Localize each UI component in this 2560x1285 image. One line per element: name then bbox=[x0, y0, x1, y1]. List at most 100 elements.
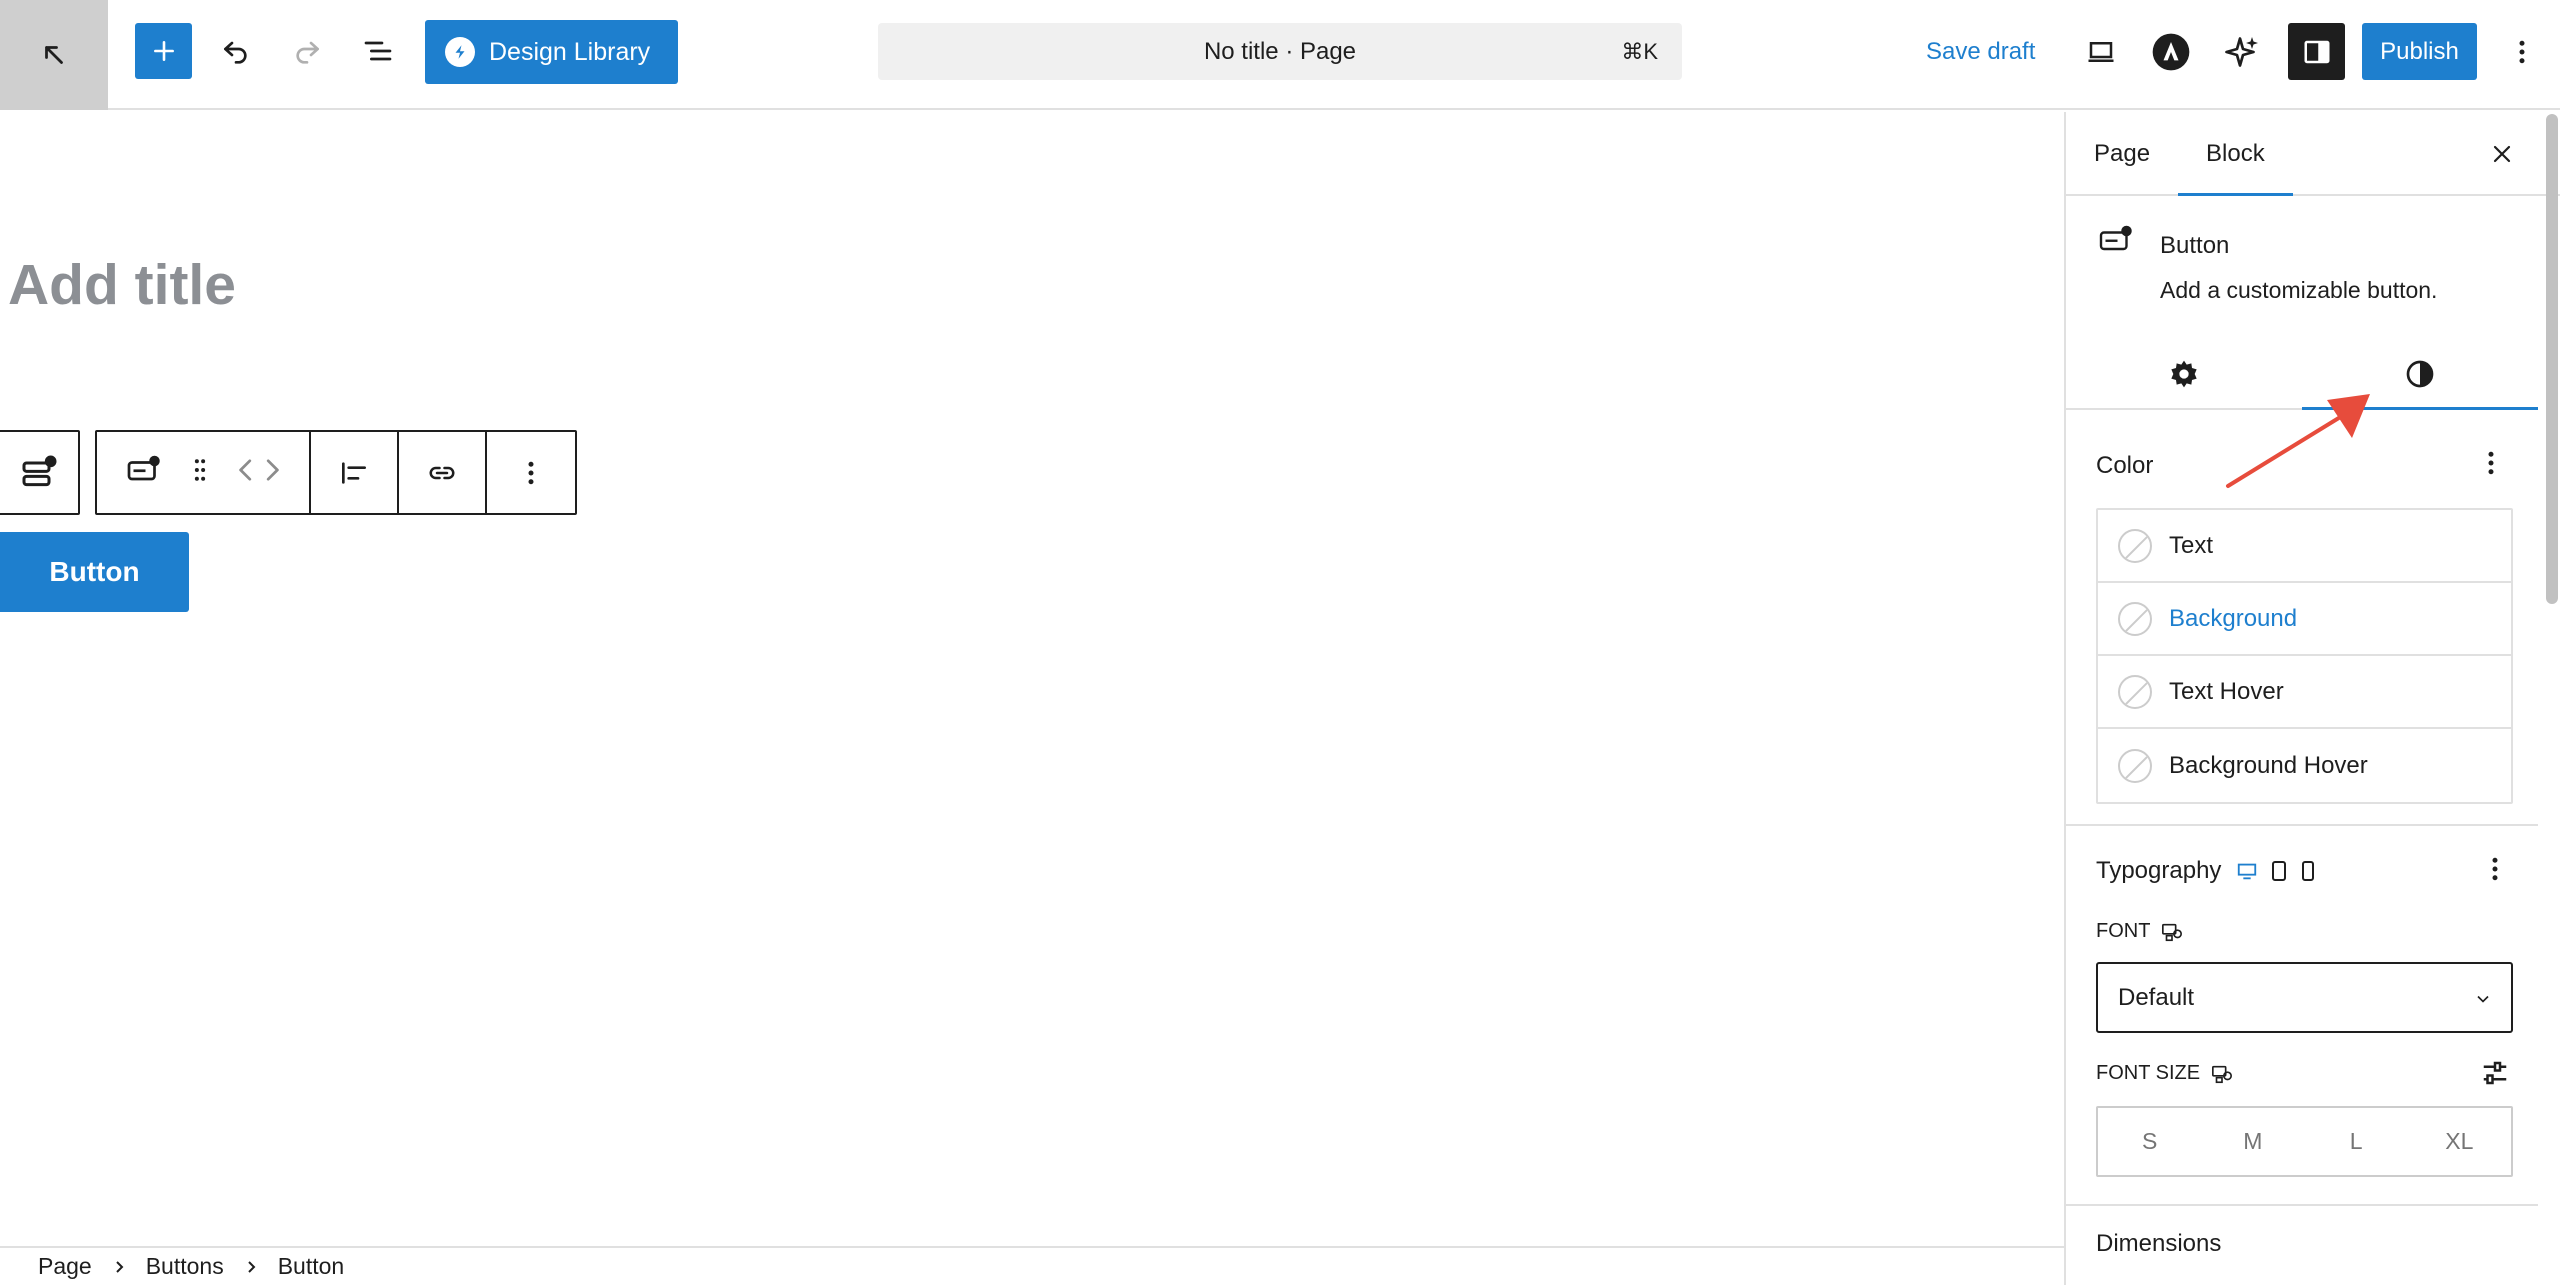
panel-divider bbox=[2066, 1204, 2538, 1206]
font-size-picker: S M L XL bbox=[2096, 1106, 2513, 1177]
typography-options-button[interactable] bbox=[2490, 854, 2500, 889]
close-sidebar-button[interactable] bbox=[2482, 134, 2522, 174]
preview-button[interactable] bbox=[2073, 24, 2129, 80]
align-button[interactable] bbox=[311, 432, 399, 513]
plus-icon bbox=[153, 41, 174, 61]
font-size-option-xl[interactable]: XL bbox=[2408, 1128, 2511, 1155]
block-toolbar bbox=[95, 430, 577, 515]
chevron-down-icon bbox=[2473, 988, 2493, 1016]
redo-icon bbox=[296, 41, 319, 64]
design-library-label: Design Library bbox=[489, 37, 651, 66]
post-title-input[interactable]: Add title bbox=[8, 252, 236, 318]
color-item-background[interactable]: Background bbox=[2098, 583, 2511, 656]
global-style-icon[interactable] bbox=[2210, 1063, 2234, 1085]
back-button[interactable] bbox=[0, 0, 108, 110]
link-button[interactable] bbox=[399, 432, 487, 513]
block-card-title: Button bbox=[2160, 232, 2230, 259]
button-block-icon bbox=[2099, 225, 2132, 251]
select-parent-button[interactable] bbox=[0, 430, 80, 515]
vertical-dots-icon bbox=[528, 461, 534, 484]
sidebar-tabs: Page Block bbox=[2066, 112, 2560, 196]
mobile-icon[interactable] bbox=[2299, 859, 2317, 883]
global-style-icon[interactable] bbox=[2160, 921, 2184, 943]
tablet-icon[interactable] bbox=[2269, 859, 2289, 883]
font-label: FONT bbox=[2096, 920, 2151, 942]
drag-handle-icon[interactable] bbox=[190, 455, 210, 490]
color-item-label: Text Hover bbox=[2169, 677, 2284, 705]
astra-logo-icon bbox=[2152, 33, 2190, 71]
move-left-right-icon[interactable] bbox=[236, 456, 282, 489]
tab-block[interactable]: Block bbox=[2206, 112, 2265, 196]
canvas-button-block[interactable]: Button bbox=[0, 532, 189, 612]
block-tools-group bbox=[97, 432, 311, 513]
color-panel-title: Color bbox=[2096, 452, 2154, 479]
undo-button[interactable] bbox=[208, 23, 264, 79]
font-size-label-row: FONT SIZE bbox=[2096, 1062, 2234, 1085]
block-card-description: Add a customizable button. bbox=[2160, 277, 2438, 303]
publish-button[interactable]: Publish bbox=[2362, 23, 2477, 80]
settings-sidebar-toggle[interactable] bbox=[2288, 23, 2345, 80]
custom-size-button[interactable] bbox=[2480, 1058, 2510, 1093]
font-label-row: FONT bbox=[2096, 920, 2184, 943]
font-size-option-s[interactable]: S bbox=[2098, 1128, 2201, 1155]
redo-button[interactable] bbox=[279, 23, 335, 79]
buttons-block-icon bbox=[22, 455, 57, 486]
gear-icon bbox=[2171, 360, 2197, 388]
save-draft-button[interactable]: Save draft bbox=[1910, 28, 2051, 76]
empty-swatch-icon bbox=[2118, 674, 2152, 709]
button-block-icon[interactable] bbox=[124, 452, 164, 493]
color-item-label: Text bbox=[2169, 531, 2214, 559]
design-library-button[interactable]: Design Library bbox=[425, 20, 678, 84]
color-item-text[interactable]: Text bbox=[2098, 510, 2511, 583]
ai-assistant-button[interactable] bbox=[2215, 24, 2271, 80]
typography-panel-title: Typography bbox=[2096, 857, 2222, 884]
empty-swatch-icon bbox=[2118, 748, 2152, 783]
options-button[interactable] bbox=[2494, 24, 2550, 80]
contrast-icon bbox=[2406, 360, 2434, 388]
color-item-text-hover[interactable]: Text Hover bbox=[2098, 656, 2511, 729]
font-family-select[interactable]: Default bbox=[2096, 962, 2513, 1033]
breadcrumb: Page Buttons Button bbox=[0, 1246, 2064, 1285]
undo-icon bbox=[224, 41, 247, 64]
desktop-icon[interactable] bbox=[2235, 860, 2259, 882]
sidebar-icon bbox=[2304, 40, 2329, 63]
empty-swatch-icon bbox=[2118, 528, 2152, 563]
font-size-option-l[interactable]: L bbox=[2305, 1128, 2408, 1155]
block-options-button[interactable] bbox=[487, 432, 575, 513]
typography-panel-header: Typography bbox=[2096, 857, 2317, 885]
command-palette-button[interactable]: No title · Page ⌘K bbox=[878, 23, 1682, 80]
font-size-label: FONT SIZE bbox=[2096, 1062, 2201, 1084]
desktop-icon bbox=[2088, 42, 2114, 62]
active-tab-indicator bbox=[2178, 193, 2293, 196]
breadcrumb-item-buttons[interactable]: Buttons bbox=[146, 1253, 224, 1280]
sliders-icon bbox=[2483, 1061, 2507, 1085]
document-title: No title · Page bbox=[1203, 37, 1357, 65]
vertical-dots-icon bbox=[2519, 40, 2525, 64]
vertical-dots-icon bbox=[2492, 857, 2498, 881]
block-card-icon bbox=[2096, 222, 2136, 263]
color-item-background-hover[interactable]: Background Hover bbox=[2098, 729, 2511, 802]
tab-block-label: Block bbox=[2206, 140, 2265, 167]
color-panel-options-button[interactable] bbox=[2486, 448, 2496, 483]
sparkle-icon bbox=[2225, 37, 2258, 67]
document-overview-button[interactable] bbox=[350, 23, 406, 79]
empty-swatch-icon bbox=[2118, 601, 2152, 636]
font-size-option-m[interactable]: M bbox=[2201, 1128, 2304, 1155]
arrow-up-left-icon bbox=[45, 46, 63, 64]
color-list: Text Background Text Hover Background Ho… bbox=[2096, 508, 2513, 804]
breadcrumb-item-page[interactable]: Page bbox=[38, 1253, 92, 1280]
stackable-logo-icon bbox=[445, 37, 475, 67]
tab-page[interactable]: Page bbox=[2094, 112, 2150, 196]
list-view-icon bbox=[364, 41, 392, 61]
color-item-label: Background Hover bbox=[2169, 751, 2368, 779]
font-family-value: Default bbox=[2118, 983, 2195, 1011]
astra-button[interactable] bbox=[2143, 24, 2199, 80]
block-inserter-button[interactable] bbox=[135, 23, 192, 79]
sidebar-scrollbar[interactable] bbox=[2546, 114, 2558, 604]
settings-sidebar: Page Block Button Add a customizable but… bbox=[2064, 112, 2560, 1285]
link-icon bbox=[429, 466, 455, 479]
dimensions-panel-title[interactable]: Dimensions bbox=[2096, 1230, 2221, 1258]
editor-header: Design Library No title · Page ⌘K Save d… bbox=[0, 0, 2560, 110]
align-left-icon bbox=[342, 461, 366, 484]
breadcrumb-item-button[interactable]: Button bbox=[278, 1253, 345, 1280]
